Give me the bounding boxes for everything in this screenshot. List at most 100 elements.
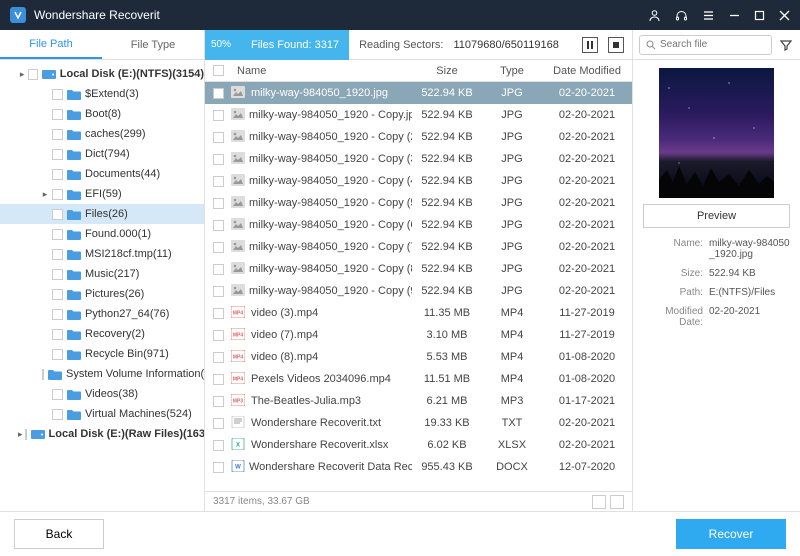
file-row[interactable]: MP4video (3).mp411.35 MBMP411-27-2019 <box>205 302 632 324</box>
file-row[interactable]: milky-way-984050_1920.jpg522.94 KBJPG02-… <box>205 82 632 104</box>
headphones-icon[interactable] <box>675 9 688 22</box>
file-row[interactable]: MP4Pexels Videos 2034096.mp411.51 MBMP40… <box>205 368 632 390</box>
file-row[interactable]: milky-way-984050_1920 - Copy (6).jpg522.… <box>205 214 632 236</box>
tree-node-15[interactable]: System Volume Information(50) <box>0 364 204 384</box>
preview-button[interactable]: Preview <box>643 204 790 228</box>
file-checkbox[interactable] <box>213 440 224 451</box>
file-checkbox[interactable] <box>213 330 224 341</box>
file-checkbox[interactable] <box>213 132 224 143</box>
tree-checkbox[interactable] <box>52 129 63 140</box>
tree-checkbox[interactable] <box>52 349 63 360</box>
file-row[interactable]: MP3The-Beatles-Julia.mp36.21 MBMP301-17-… <box>205 390 632 412</box>
file-row[interactable]: milky-way-984050_1920 - Copy (5).jpg522.… <box>205 192 632 214</box>
col-name[interactable]: Name <box>231 65 412 77</box>
file-row[interactable]: MP4video (8).mp45.53 MBMP401-08-2020 <box>205 346 632 368</box>
sidebar-tab-1[interactable]: File Type <box>102 30 204 59</box>
file-checkbox[interactable] <box>213 462 224 473</box>
file-checkbox[interactable] <box>213 176 224 187</box>
file-row[interactable]: Wondershare Recoverit.txt19.33 KBTXT02-2… <box>205 412 632 434</box>
tree-checkbox[interactable] <box>52 309 63 320</box>
disclosure-icon[interactable]: ▸ <box>18 429 23 439</box>
file-checkbox[interactable] <box>213 220 224 231</box>
back-button[interactable]: Back <box>14 519 104 549</box>
tree-checkbox[interactable] <box>52 149 63 160</box>
disclosure-icon[interactable]: ▸ <box>40 189 50 199</box>
file-checkbox[interactable] <box>213 88 224 99</box>
file-checkbox[interactable] <box>213 308 224 319</box>
file-checkbox[interactable] <box>213 110 224 121</box>
file-checkbox[interactable] <box>213 352 224 363</box>
tree-checkbox[interactable] <box>52 169 63 180</box>
tree-checkbox[interactable] <box>52 329 63 340</box>
list-view-button[interactable] <box>610 495 624 509</box>
tree-node-10[interactable]: Music(217) <box>0 264 204 284</box>
file-row[interactable]: XWondershare Recoverit.xlsx6.02 KBXLSX02… <box>205 434 632 456</box>
recover-button[interactable]: Recover <box>676 519 786 549</box>
maximize-icon[interactable] <box>754 10 765 21</box>
file-row[interactable]: milky-way-984050_1920 - Copy (7).jpg522.… <box>205 236 632 258</box>
minimize-icon[interactable] <box>729 10 740 21</box>
disclosure-icon[interactable]: ▸ <box>18 69 26 79</box>
tree-node-16[interactable]: Videos(38) <box>0 384 204 404</box>
tree-node-3[interactable]: caches(299) <box>0 124 204 144</box>
tree-checkbox[interactable] <box>52 209 63 220</box>
filter-button[interactable] <box>778 37 794 53</box>
file-checkbox[interactable] <box>213 154 224 165</box>
tree-checkbox[interactable] <box>28 69 37 80</box>
file-checkbox[interactable] <box>213 418 224 429</box>
tree-checkbox[interactable] <box>52 289 63 300</box>
tree-node-2[interactable]: Boot(8) <box>0 104 204 124</box>
file-checkbox[interactable] <box>213 286 224 297</box>
menu-icon[interactable] <box>702 9 715 22</box>
file-row[interactable]: milky-way-984050_1920 - Copy (3).jpg522.… <box>205 148 632 170</box>
tree-checkbox[interactable] <box>42 369 44 380</box>
tree-node-1[interactable]: $Extend(3) <box>0 84 204 104</box>
file-checkbox[interactable] <box>213 242 224 253</box>
close-icon[interactable] <box>779 10 790 21</box>
tree-node-7[interactable]: Files(26) <box>0 204 204 224</box>
select-all-checkbox[interactable] <box>213 65 224 76</box>
col-type[interactable]: Type <box>482 65 542 77</box>
tree-node-18[interactable]: ▸Local Disk (E:)(Raw Files)(163) <box>0 424 204 444</box>
tree-node-14[interactable]: Recycle Bin(971) <box>0 344 204 364</box>
search-box[interactable] <box>639 35 772 55</box>
tree-node-5[interactable]: Documents(44) <box>0 164 204 184</box>
file-checkbox[interactable] <box>213 396 224 407</box>
file-row[interactable]: MP4video (7).mp43.10 MBMP411-27-2019 <box>205 324 632 346</box>
tree-node-0[interactable]: ▸Local Disk (E:)(NTFS)(3154) <box>0 64 204 84</box>
file-row[interactable]: milky-way-984050_1920 - Copy (4).jpg522.… <box>205 170 632 192</box>
tree-checkbox[interactable] <box>52 189 63 200</box>
pause-scan-button[interactable] <box>582 37 598 53</box>
tree-checkbox[interactable] <box>52 269 63 280</box>
col-date[interactable]: Date Modified <box>542 65 632 77</box>
tree-checkbox[interactable] <box>52 89 63 100</box>
tree-node-9[interactable]: MSI218cf.tmp(11) <box>0 244 204 264</box>
tree-node-12[interactable]: Python27_64(76) <box>0 304 204 324</box>
tree-checkbox[interactable] <box>52 109 63 120</box>
tree-checkbox[interactable] <box>52 409 63 420</box>
file-row[interactable]: WWondershare Recoverit Data Recovery ...… <box>205 456 632 478</box>
tree-node-17[interactable]: Virtual Machines(524) <box>0 404 204 424</box>
tree-checkbox[interactable] <box>52 389 63 400</box>
file-row[interactable]: milky-way-984050_1920 - Copy (9).jpg522.… <box>205 280 632 302</box>
tree-node-4[interactable]: Dict(794) <box>0 144 204 164</box>
col-size[interactable]: Size <box>412 65 482 77</box>
file-row[interactable]: milky-way-984050_1920 - Copy (2).jpg522.… <box>205 126 632 148</box>
file-checkbox[interactable] <box>213 374 224 385</box>
sidebar-tab-0[interactable]: File Path <box>0 30 102 59</box>
tree-checkbox[interactable] <box>52 249 63 260</box>
file-row[interactable]: milky-way-984050_1920 - Copy.jpg522.94 K… <box>205 104 632 126</box>
file-checkbox[interactable] <box>213 264 224 275</box>
tree-checkbox[interactable] <box>52 229 63 240</box>
tree-node-13[interactable]: Recovery(2) <box>0 324 204 344</box>
tree-node-11[interactable]: Pictures(26) <box>0 284 204 304</box>
tree-node-8[interactable]: Found.000(1) <box>0 224 204 244</box>
tree-checkbox[interactable] <box>25 429 27 440</box>
tree-node-6[interactable]: ▸EFI(59) <box>0 184 204 204</box>
file-row[interactable]: milky-way-984050_1920 - Copy (8).jpg522.… <box>205 258 632 280</box>
stop-scan-button[interactable] <box>608 37 624 53</box>
user-icon[interactable] <box>648 9 661 22</box>
grid-view-button[interactable] <box>592 495 606 509</box>
file-checkbox[interactable] <box>213 198 224 209</box>
search-input[interactable] <box>660 39 765 50</box>
